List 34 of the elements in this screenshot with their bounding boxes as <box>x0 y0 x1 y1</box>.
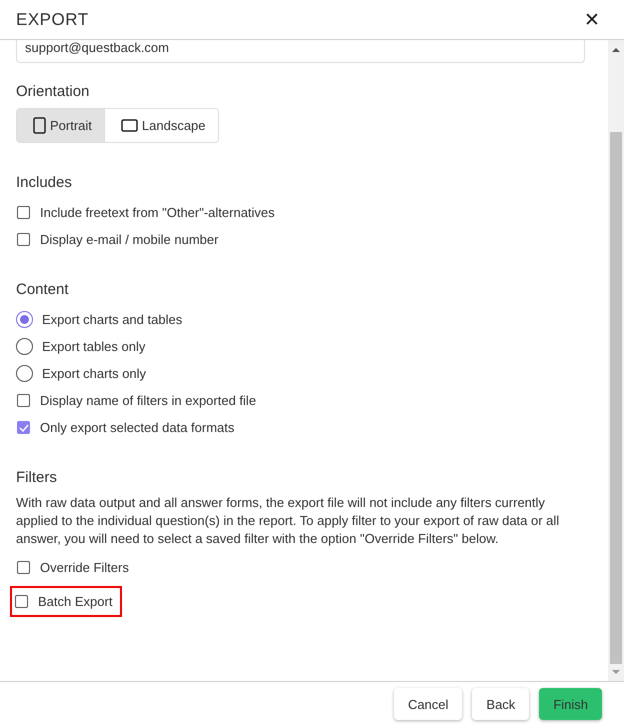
landscape-icon <box>120 119 138 132</box>
section-title: Orientation <box>16 83 90 100</box>
option-label: Override Filters <box>40 560 129 575</box>
email-field[interactable]: support@questback.com <box>16 40 585 63</box>
portrait-icon <box>33 117 46 134</box>
option-label: Export charts only <box>42 366 146 381</box>
dialog-button[interactable]: Back <box>472 688 530 720</box>
section-title: Includes <box>16 174 73 191</box>
section-title: Filters <box>16 469 58 486</box>
dialog-button[interactable]: Cancel <box>394 688 462 720</box>
option-label: Include freetext from "Other"-alternatives <box>40 205 275 220</box>
orientation-option[interactable]: Portrait <box>17 109 104 142</box>
close-button[interactable]: ✕ <box>584 8 600 32</box>
option-label: Batch Export <box>38 594 112 609</box>
option-label: Export tables only <box>42 339 146 354</box>
radio-button[interactable] <box>16 311 33 328</box>
dialog-button[interactable]: Finish <box>539 688 602 720</box>
radio-button[interactable] <box>16 338 33 355</box>
option-label: Display name of filters in exported file <box>40 393 256 408</box>
checkbox[interactable] <box>15 595 28 608</box>
checkbox[interactable] <box>17 561 30 574</box>
filters-note: With raw data output and all answer forms, the export file will not include any filters currently applied to the individual question(s) in the report. To apply filter to your export of raw data or all answer, you will need to select a saved filter with the option "Override Filters" below. <box>16 494 560 548</box>
checkbox[interactable] <box>17 421 30 434</box>
option-label: Display e-mail / mobile number <box>40 232 218 247</box>
section-title: Content <box>16 281 70 298</box>
radio-button[interactable] <box>16 365 33 382</box>
dialog-title: EXPORT <box>16 10 89 30</box>
option-label: Export charts and tables <box>42 312 182 327</box>
checkbox[interactable] <box>17 394 30 407</box>
orientation-option[interactable]: Landscape <box>104 109 218 142</box>
option-label: Only export selected data formats <box>40 420 234 435</box>
scrollbar[interactable] <box>608 40 624 681</box>
checkbox[interactable] <box>17 206 30 219</box>
checkbox[interactable] <box>17 233 30 246</box>
